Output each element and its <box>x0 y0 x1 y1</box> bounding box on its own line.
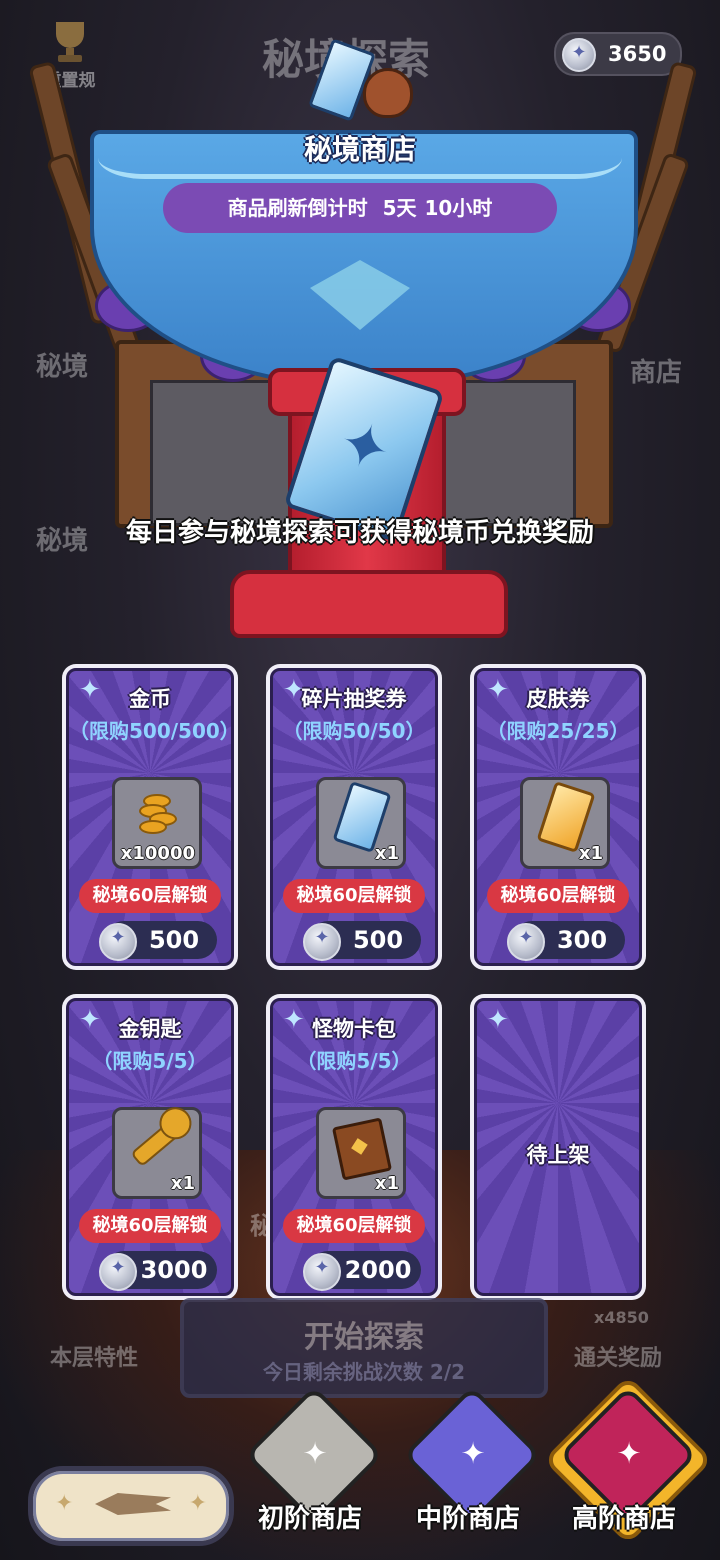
tier-label: 初阶商店 <box>257 1504 362 1534</box>
card-pack-icon <box>331 1117 393 1181</box>
item-limit: （限购50/50） <box>282 719 426 743</box>
item-price: 500 <box>148 926 200 954</box>
shop-item-monster-card-pack[interactable]: ✦ 怪物卡包 （限购5/5） x1 秘境60层解锁 2000 <box>266 994 442 1300</box>
countdown-label: 商品刷新倒计时 <box>227 196 368 220</box>
price-button[interactable]: 500 <box>99 921 217 961</box>
item-icon-box: x1 <box>112 1107 202 1199</box>
item-limit: （限购5/5） <box>296 1049 412 1073</box>
price-button[interactable]: 300 <box>507 921 625 961</box>
item-quantity: x1 <box>170 1173 195 1194</box>
sparkle-icon: ✦ <box>55 1491 74 1516</box>
unlock-requirement: 秘境60层解锁 <box>487 879 629 913</box>
shop-icon <box>305 38 415 122</box>
back-button[interactable]: ✦ ✦ <box>28 1466 234 1546</box>
unlock-requirement: 秘境60层解锁 <box>79 879 221 913</box>
price-button[interactable]: 500 <box>303 921 421 961</box>
refresh-countdown: 商品刷新倒计时 5天 10小时 <box>163 183 557 233</box>
item-name: 碎片抽奖券 <box>301 687 407 711</box>
item-icon-box: x1 <box>520 777 610 869</box>
item-name: 金币 <box>129 687 171 711</box>
item-limit: （限购500/500） <box>69 719 234 743</box>
tab-advanced-shop[interactable]: 高阶商店 <box>543 1375 713 1550</box>
unlock-requirement: 秘境60层解锁 <box>283 1209 425 1243</box>
remaining-attempts: 今日剩余挑战次数 2/2 <box>262 1360 466 1384</box>
tier-label: 中阶商店 <box>415 1504 520 1534</box>
clear-reward-label[interactable]: 通关奖励 <box>574 1340 662 1372</box>
gold-key-icon <box>130 1114 188 1168</box>
tab-intermediate-shop[interactable]: 中阶商店 <box>398 1385 542 1550</box>
item-quantity: x10000 <box>120 843 195 864</box>
secret-coin-icon <box>99 1253 137 1291</box>
countdown-days: 5天 <box>382 196 417 220</box>
clear-reward-count: x4850 <box>594 1308 649 1327</box>
tab-basic-shop[interactable]: 初阶商店 <box>240 1385 384 1550</box>
sparkle-icon: ✦ <box>487 1005 509 1035</box>
pending-listing-label: 待上架 <box>526 1143 590 1167</box>
item-price: 300 <box>556 926 608 954</box>
secret-coin-icon <box>303 1253 341 1291</box>
shop-item-empty-slot: ✦ 待上架 <box>470 994 646 1300</box>
unlock-requirement: 秘境60层解锁 <box>79 1209 221 1243</box>
tier-label: 高阶商店 <box>571 1504 676 1534</box>
item-icon-box: x10000 <box>112 777 202 869</box>
sparkle-icon: ✦ <box>188 1491 207 1516</box>
shop-item-gold-key[interactable]: ✦ 金钥匙 （限购5/5） x1 秘境60层解锁 3000 <box>62 994 238 1300</box>
item-icon-box: x1 <box>316 777 406 869</box>
item-name: 金钥匙 <box>118 1017 182 1041</box>
item-price: 3000 <box>140 1256 208 1284</box>
shop-item-fragment-ticket[interactable]: ✦ 碎片抽奖券 （限购50/50） x1 秘境60层解锁 500 <box>266 664 442 970</box>
shop-item-skin-ticket[interactable]: ✦ 皮肤券 （限购25/25） x1 秘境60层解锁 300 <box>470 664 646 970</box>
shop-item-gold-coins[interactable]: ✦ 金币 （限购500/500） x10000 秘境60层解锁 500 <box>62 664 238 970</box>
shop-title: 秘境商店 <box>303 133 416 166</box>
price-button[interactable]: 2000 <box>303 1251 421 1291</box>
item-icon-box: x1 <box>316 1107 406 1199</box>
item-quantity: x1 <box>578 843 603 864</box>
countdown-hours: 10小时 <box>424 196 493 220</box>
unlock-requirement: 秘境60层解锁 <box>283 879 425 913</box>
secret-coin-icon <box>99 923 137 961</box>
item-name: 皮肤券 <box>526 687 590 711</box>
item-name: 怪物卡包 <box>312 1017 396 1041</box>
start-exploration-button[interactable]: 开始探索 今日剩余挑战次数 2/2 <box>180 1298 548 1398</box>
layer-feature-label[interactable]: 本层特性 <box>50 1340 138 1372</box>
shop-info-text: 每日参与秘境探索可获得秘境币兑换奖励 <box>125 518 594 548</box>
item-quantity: x1 <box>374 843 399 864</box>
secret-coin-icon <box>303 923 341 961</box>
price-button[interactable]: 3000 <box>99 1251 217 1291</box>
back-arrow-icon <box>95 1493 171 1515</box>
start-title: 开始探索 <box>304 1320 424 1355</box>
gold-coins-icon <box>135 790 179 834</box>
item-limit: （限购5/5） <box>92 1049 208 1073</box>
item-price: 500 <box>352 926 404 954</box>
secret-coin-icon <box>507 923 545 961</box>
item-quantity: x1 <box>374 1173 399 1194</box>
item-limit: （限购25/25） <box>486 719 630 743</box>
item-price: 2000 <box>344 1256 412 1284</box>
